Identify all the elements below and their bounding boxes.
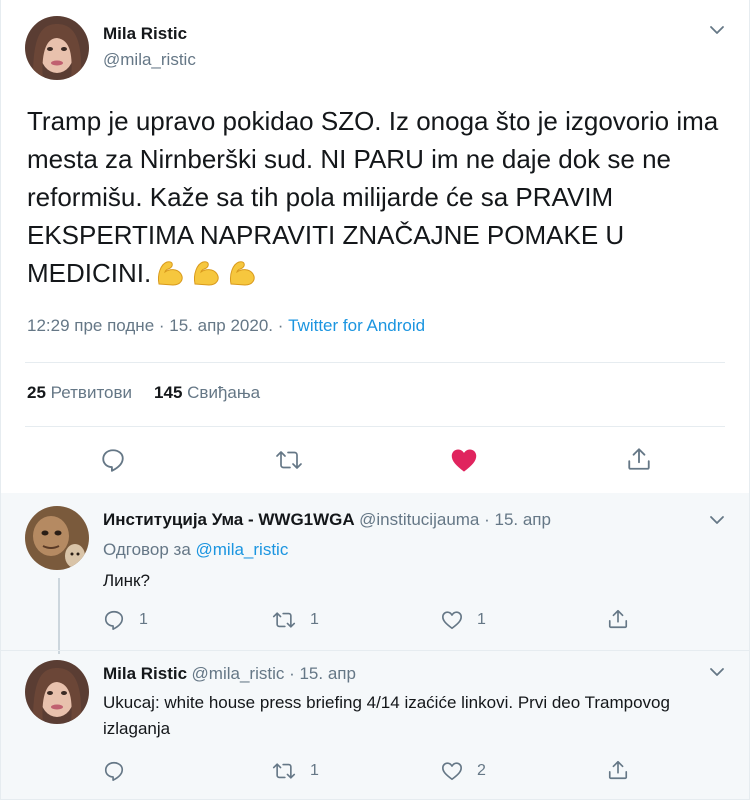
tweet-thread: Mila Ristic @mila_ristic Tramp je upravo… [0, 0, 750, 800]
likes-label: Свиђања [187, 383, 261, 402]
reply-date[interactable]: · 15. апр [284, 664, 356, 683]
retweets-count: 25 [27, 383, 46, 402]
reply-button[interactable] [100, 447, 126, 473]
reply-header: Институција Ума - WWG1WGA @institucijaum… [103, 510, 551, 530]
share-button[interactable] [626, 446, 652, 472]
retweet-icon [272, 763, 296, 779]
replying-to-label: Одговор за [103, 540, 196, 559]
chevron-down-icon[interactable] [709, 664, 725, 685]
retweet-count: 1 [310, 762, 319, 779]
like-button[interactable]: 2 [441, 760, 486, 782]
tweet-meta: 12:29 пре подне · 15. апр 2020. · Twitte… [27, 316, 425, 336]
heart-icon [442, 762, 462, 781]
likes-count: 145 [154, 383, 183, 402]
retweet-icon [272, 612, 296, 628]
flexed-biceps-icon [225, 254, 259, 298]
like-button[interactable]: 1 [441, 609, 486, 631]
timestamp[interactable]: 12:29 пре подне · 15. апр 2020. · [27, 316, 288, 335]
reply-count: 1 [139, 611, 148, 628]
reply-author-name[interactable]: Mila Ristic [103, 664, 187, 683]
share-button[interactable] [607, 759, 629, 781]
share-icon [628, 448, 650, 470]
chevron-down-icon[interactable] [709, 512, 725, 533]
like-count: 1 [477, 611, 486, 628]
reply-text: Линк? [103, 571, 150, 590]
tweet-text: Tramp je upravo pokidao SZO. Iz onoga št… [27, 102, 727, 298]
retweet-button[interactable]: 1 [272, 609, 319, 631]
reply-text: Ukucaj: white house press briefing 4/14 … [103, 693, 670, 738]
flexed-biceps-icon [189, 254, 223, 298]
reply-button[interactable]: 1 [103, 609, 148, 631]
retweet-icon [276, 451, 302, 469]
reply-date[interactable]: · 15. апр [479, 510, 551, 529]
tweet-stats: 25 Ретвитови 145 Свиђања [27, 383, 260, 403]
flexed-biceps-icon [153, 254, 187, 298]
replying-to: Одговор за @mila_ristic [103, 540, 288, 560]
thread-connector [58, 578, 60, 654]
like-button[interactable] [450, 447, 478, 473]
tweet-body: Tramp je upravo pokidao SZO. Iz onoga št… [27, 106, 719, 288]
source-link[interactable]: Twitter for Android [288, 316, 425, 335]
share-icon [608, 760, 628, 780]
reply-icon [104, 610, 124, 630]
reply-icon [102, 449, 124, 472]
reply-author-handle[interactable]: @mila_ristic [192, 664, 285, 683]
heart-icon [442, 611, 462, 630]
likes-stat[interactable]: 145 Свиђања [154, 383, 260, 402]
reply-header: Mila Ristic @mila_ristic · 15. апр [103, 664, 356, 684]
main-tweet: Mila Ristic @mila_ristic Tramp je upravo… [1, 0, 749, 492]
replying-to-handle[interactable]: @mila_ristic [196, 540, 289, 559]
divider [25, 362, 725, 363]
chevron-down-icon[interactable] [709, 22, 725, 43]
reply-avatar[interactable] [25, 506, 89, 570]
author-handle[interactable]: @mila_ristic [103, 50, 196, 70]
share-button[interactable] [607, 608, 629, 630]
reply-author-handle[interactable]: @institucijauma [359, 510, 479, 529]
retweets-label: Ретвитови [50, 383, 133, 402]
reply-author-name[interactable]: Институција Ума - WWG1WGA [103, 510, 355, 529]
reply-avatar[interactable] [25, 660, 89, 724]
reply-button[interactable] [103, 760, 139, 782]
reply-icon [104, 761, 124, 781]
divider [1, 650, 749, 651]
share-icon [608, 609, 628, 629]
retweet-button[interactable]: 1 [272, 760, 319, 782]
divider [25, 426, 725, 427]
like-count: 2 [477, 762, 486, 779]
author-name[interactable]: Mila Ristic [103, 24, 187, 44]
heart-filled-icon [451, 449, 477, 472]
retweet-button[interactable] [275, 447, 303, 473]
retweets-stat[interactable]: 25 Ретвитови [27, 383, 132, 402]
retweet-count: 1 [310, 611, 319, 628]
avatar[interactable] [25, 16, 89, 80]
